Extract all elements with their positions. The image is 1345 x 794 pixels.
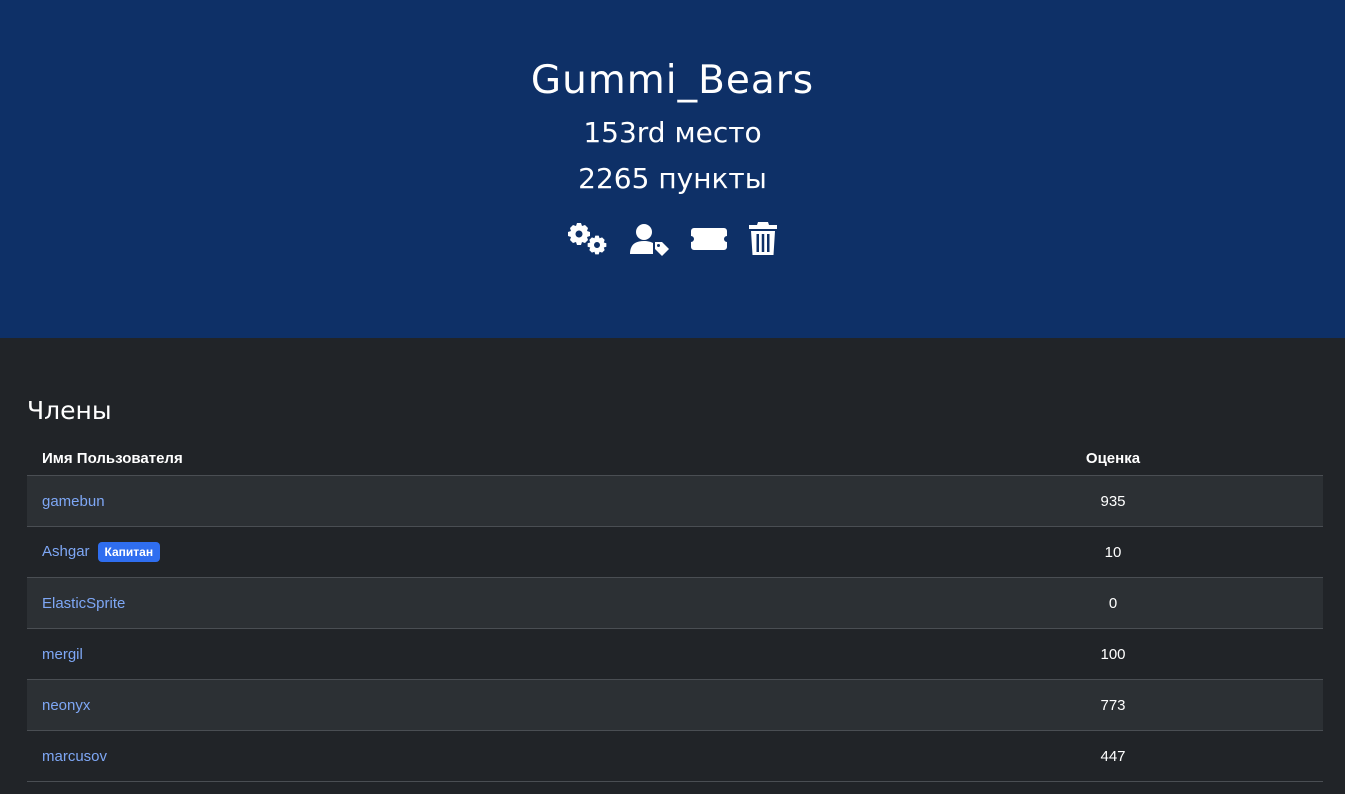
trash-icon bbox=[748, 222, 777, 255]
team-points: 2265 пункты bbox=[578, 162, 767, 195]
table-row: mergil 100 bbox=[27, 628, 1323, 680]
member-score: 100 bbox=[903, 628, 1323, 680]
user-tag-icon bbox=[629, 224, 669, 256]
team-actions bbox=[0, 222, 1345, 256]
member-link[interactable]: Ashgar bbox=[42, 543, 90, 560]
member-score: 447 bbox=[903, 730, 1323, 782]
table-row: neonyx 773 bbox=[27, 679, 1323, 731]
members-title: Члены bbox=[27, 396, 112, 425]
member-score: 0 bbox=[903, 577, 1323, 629]
member-link[interactable]: gamebun bbox=[42, 493, 105, 510]
table-header-row: Имя Пользователя Оценка bbox=[27, 442, 1323, 476]
gears-icon bbox=[567, 223, 606, 255]
settings-button[interactable] bbox=[567, 222, 608, 256]
table-row: ElasticSprite 0 bbox=[27, 577, 1323, 629]
team-place: 153rd место bbox=[583, 116, 762, 149]
team-name: Gummi_Bears bbox=[530, 58, 815, 103]
member-link[interactable]: neonyx bbox=[42, 697, 90, 714]
member-score: 773 bbox=[903, 679, 1323, 731]
change-captain-button[interactable] bbox=[628, 222, 670, 256]
table-row: marcusov 447 bbox=[27, 730, 1323, 782]
members-table: Имя Пользователя Оценка gamebun 935 Ashg… bbox=[27, 442, 1323, 782]
ticket-icon bbox=[690, 228, 727, 250]
captain-badge: Капитан bbox=[97, 542, 161, 562]
member-score: 10 bbox=[903, 526, 1323, 578]
username-column-header: Имя Пользователя bbox=[27, 442, 903, 476]
member-link[interactable]: mergil bbox=[42, 646, 83, 663]
team-header: Gummi_Bears 153rd место 2265 пункты bbox=[0, 0, 1345, 338]
invite-code-button[interactable] bbox=[690, 222, 728, 256]
score-column-header: Оценка bbox=[903, 442, 1323, 476]
member-link[interactable]: ElasticSprite bbox=[42, 595, 125, 612]
table-row: Ashgar Капитан 10 bbox=[27, 526, 1323, 578]
delete-team-button[interactable] bbox=[748, 222, 778, 256]
table-row: gamebun 935 bbox=[27, 475, 1323, 527]
member-link[interactable]: marcusov bbox=[42, 748, 107, 765]
member-score: 935 bbox=[903, 475, 1323, 527]
